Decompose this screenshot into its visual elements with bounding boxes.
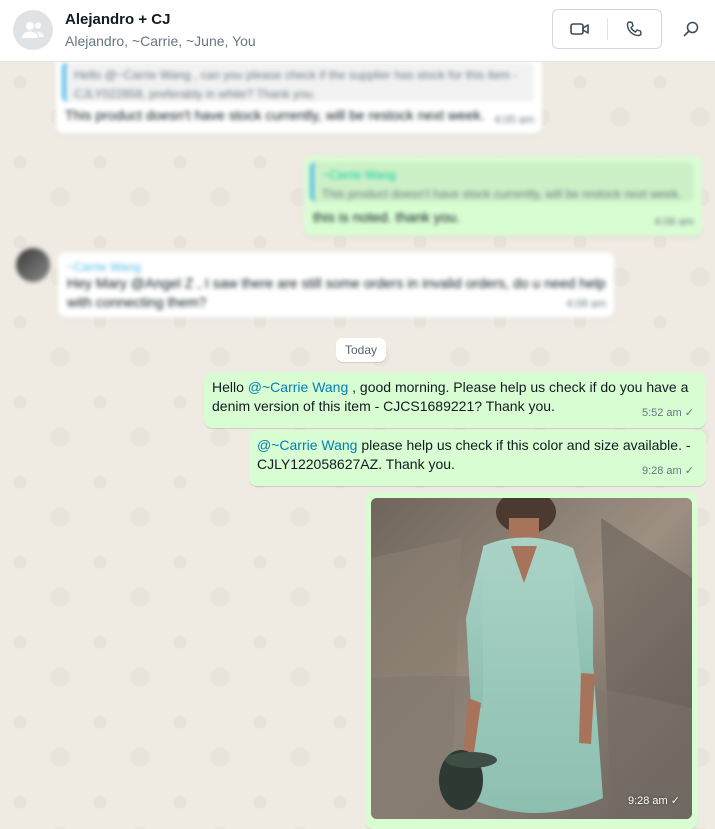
- group-avatar-icon[interactable]: [13, 10, 53, 50]
- chat-title[interactable]: Alejandro + CJ: [65, 11, 170, 28]
- message-time: 4:06 am: [654, 216, 694, 228]
- message-time: 5:52 am: [641, 407, 682, 419]
- voice-call-button[interactable]: [608, 10, 662, 48]
- message-bubble-outgoing[interactable]: @~Carrie Wang please help us check if th…: [249, 430, 706, 486]
- message-time: 9:28 am: [627, 795, 668, 807]
- message-photo[interactable]: 9:28 am ✓: [371, 498, 692, 819]
- call-buttons: [552, 9, 662, 49]
- message-text: Hey Mary @Angel Z , I saw there are stil…: [67, 275, 606, 310]
- quoted-message[interactable]: ~Carrie Wang This product doesn't have s…: [310, 162, 694, 202]
- sent-check-icon: ✓: [684, 407, 694, 419]
- sender-avatar[interactable]: [16, 248, 50, 282]
- sent-check-icon: ✓: [684, 465, 694, 477]
- quoted-author: ~Carrie Wang: [322, 168, 396, 182]
- message-text: @~Carrie Wang please help us check if th…: [257, 436, 697, 474]
- photo-meta: 9:28 am ✓: [628, 794, 680, 807]
- quoted-text: Hello @~Carrie Wang , can you please che…: [74, 68, 518, 101]
- quoted-message[interactable]: Hello @~Carrie Wang , can you please che…: [62, 62, 534, 102]
- message-text: this is noted. thank you.: [313, 209, 461, 225]
- mention-link[interactable]: @~Carrie Wang: [248, 379, 348, 395]
- sent-check-icon: ✓: [670, 795, 680, 807]
- message-list[interactable]: Hello @~Carrie Wang , can you please che…: [0, 62, 715, 829]
- day-separator: Today: [336, 338, 386, 362]
- search-icon: [683, 21, 699, 37]
- mention-link[interactable]: @~Carrie Wang: [257, 437, 357, 453]
- video-call-button[interactable]: [553, 10, 607, 48]
- image-message-bubble[interactable]: 9:28 am ✓: [365, 492, 698, 829]
- message-bubble-incoming[interactable]: ~Carrie Wang Hey Mary @Angel Z , I saw t…: [58, 252, 614, 318]
- message-text: Hello @~Carrie Wang , good morning. Plea…: [212, 378, 698, 416]
- message-time: 9:28 am: [641, 465, 682, 477]
- message-text-part: Hello: [212, 379, 248, 395]
- search-button[interactable]: [679, 17, 703, 41]
- chat-participants[interactable]: Alejandro, ~Carrie, ~June, You: [65, 33, 256, 49]
- message-bubble-incoming[interactable]: Hello @~Carrie Wang , can you please che…: [56, 62, 542, 134]
- message-meta: 9:28 am ✓: [642, 462, 694, 481]
- message-bubble-outgoing[interactable]: Hello @~Carrie Wang , good morning. Plea…: [204, 372, 706, 428]
- message-bubble-outgoing[interactable]: ~Carrie Wang This product doesn't have s…: [304, 156, 702, 236]
- video-camera-icon: [569, 23, 589, 35]
- message-time: 4:05 am: [494, 114, 534, 126]
- message-time: 4:08 am: [566, 298, 606, 310]
- message-meta: 5:52 am ✓: [642, 404, 694, 423]
- quoted-text: This product doesn't have stock currentl…: [322, 187, 682, 201]
- photo-illustration: [371, 498, 692, 819]
- message-text: This product doesn't have stock currentl…: [65, 107, 485, 123]
- chat-header: Alejandro + CJ Alejandro, ~Carrie, ~June…: [0, 0, 715, 62]
- phone-icon: [627, 21, 642, 37]
